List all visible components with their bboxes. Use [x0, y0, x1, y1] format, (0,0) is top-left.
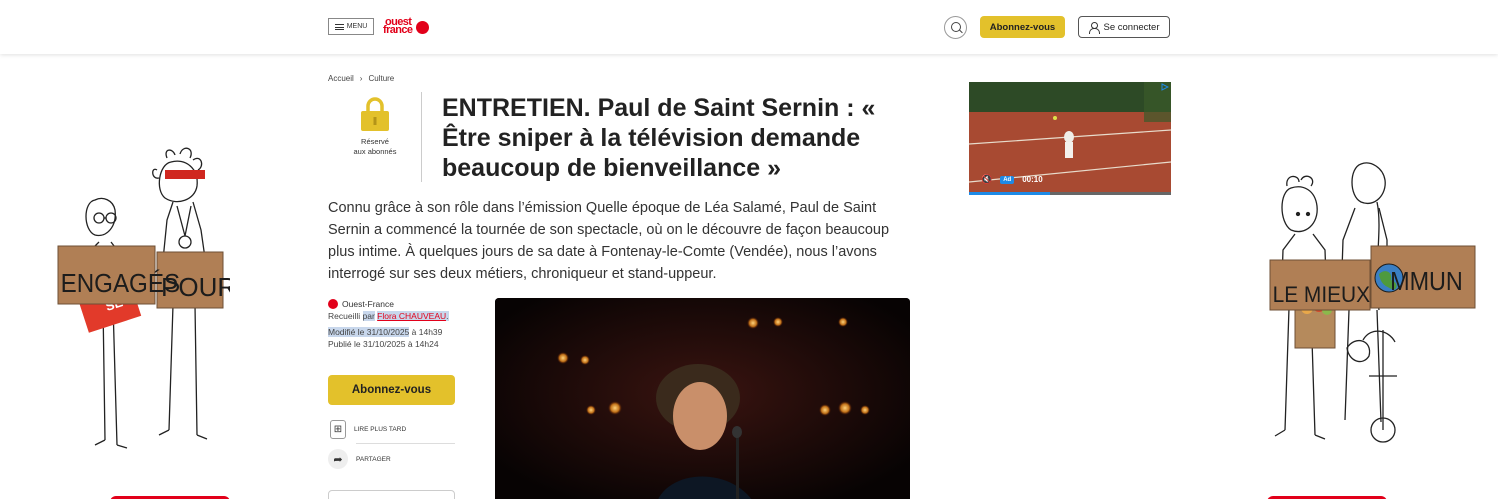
premium-label-1: Réservé: [361, 137, 389, 146]
modified-line: Modifié le 31/10/2025 à 14h39: [328, 326, 456, 338]
collected-by: par: [362, 311, 375, 321]
logo-word-france: france: [383, 24, 413, 36]
site-header: MENU ouest france Abonnez-vous Se connec…: [0, 0, 1498, 54]
breadcrumb-culture[interactable]: Culture: [368, 74, 394, 83]
premium-label-2: aux abonnés: [353, 146, 397, 156]
logo-dot-icon: [416, 21, 429, 34]
svg-text:POUR: POUR: [161, 272, 230, 302]
source-name: Ouest-France: [342, 299, 394, 309]
video-controls: 🔇 Ad 00:10: [981, 174, 1043, 185]
article-lede: Connu grâce à son rôle dans l’émission Q…: [328, 200, 890, 282]
search-button[interactable]: [944, 16, 967, 39]
video-progress-fill: [969, 192, 1050, 195]
svg-text:LE MIEUX: LE MIEUX: [1273, 283, 1370, 308]
engages-pour-illustration: SE ENGAGÉS POUR: [57, 147, 236, 449]
lock-icon: [361, 97, 389, 131]
collected-prefix: Recueilli: [328, 311, 361, 321]
breadcrumb: Accueil › Culture: [328, 74, 394, 83]
user-icon: [1088, 21, 1100, 34]
svg-text:MMUN: MMUN: [1390, 268, 1463, 296]
breadcrumb-home[interactable]: Accueil: [328, 74, 354, 83]
video-time: 00:10: [1022, 175, 1043, 184]
article-photo[interactable]: [495, 298, 910, 499]
share-arrow-icon: ➦: [328, 449, 348, 469]
headband: [165, 170, 205, 179]
le-mieux-commun-illustration: LE MIEUX MMUN: [1269, 162, 1476, 443]
published-line: Publié le 31/10/2025 à 14h24: [328, 339, 439, 349]
left-campaign-illustration[interactable]: SE ENGAGÉS POUR: [55, 130, 236, 499]
adchoices-icon[interactable]: [1161, 83, 1169, 91]
menu-label: MENU: [346, 23, 368, 30]
sidebar-next-box[interactable]: [328, 490, 455, 499]
login-label: Se connecter: [1103, 21, 1160, 33]
modified-time: à 14h39: [411, 327, 443, 337]
ad-badge: Ad: [1000, 175, 1015, 184]
article-title: ENTRETIEN. Paul de Saint Sernin : « Être…: [442, 94, 876, 182]
stand-up-photo: [495, 298, 910, 499]
read-later-label: LIRE PLUS TARD: [354, 425, 407, 433]
actions-divider: [356, 443, 455, 444]
breadcrumb-separator: ›: [359, 74, 363, 83]
source-line: Ouest-France: [328, 298, 456, 310]
header-subscribe-button[interactable]: Abonnez-vous: [980, 16, 1065, 38]
title-separator: [421, 92, 422, 182]
read-later-button[interactable]: ⊞ LIRE PLUS TARD: [328, 418, 455, 440]
right-campaign-illustration[interactable]: LE MIEUX MMUN: [1265, 130, 1480, 499]
login-button[interactable]: Se connecter: [1078, 16, 1170, 38]
menu-button[interactable]: MENU: [328, 18, 374, 35]
modified-date: Modifié le 31/10/2025: [328, 327, 410, 337]
share-button[interactable]: ➦ PARTAGER: [328, 448, 455, 470]
author-line: Recueilli par Flora CHAUVEAU.: [328, 310, 456, 322]
share-label: PARTAGER: [356, 455, 391, 463]
hamburger-icon: [334, 23, 344, 30]
sidebar-subscribe-button[interactable]: Abonnez-vous: [328, 375, 455, 405]
mute-icon[interactable]: 🔇: [981, 174, 992, 185]
author-link[interactable]: Flora CHAUVEAU: [377, 311, 447, 321]
video-ad[interactable]: 🔇 Ad 00:10: [969, 82, 1171, 195]
video-progress-bar[interactable]: [969, 192, 1171, 195]
author-suffix: .: [446, 311, 449, 321]
ouest-france-logo[interactable]: ouest france: [383, 17, 431, 37]
premium-badge: Réservé aux abonnés: [345, 96, 405, 156]
ouest-france-dot-icon: [328, 299, 338, 309]
article-meta: Ouest-France Recueilli par Flora CHAUVEA…: [328, 298, 456, 350]
bookmark-icon: ⊞: [330, 419, 346, 439]
